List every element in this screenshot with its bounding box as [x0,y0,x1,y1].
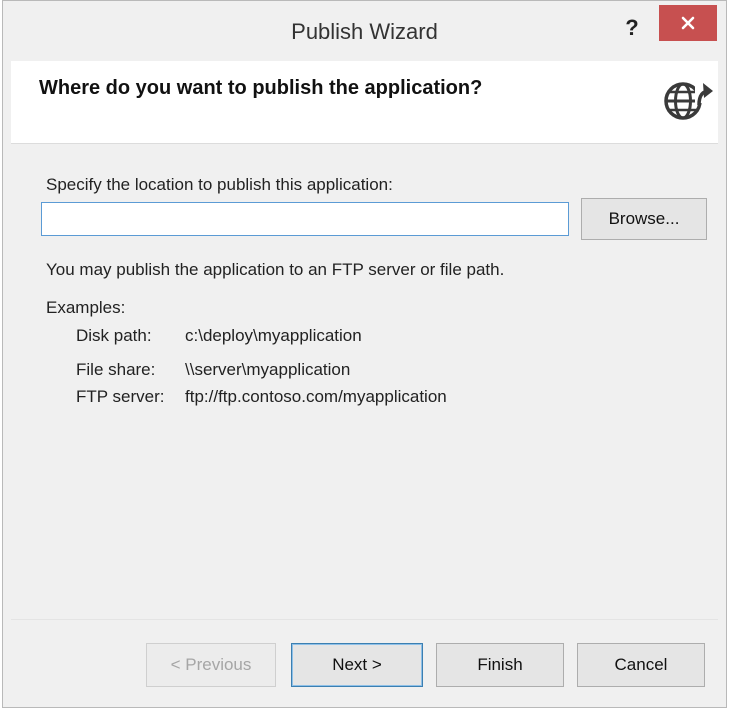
previous-button[interactable]: < Previous [146,643,276,687]
page-title: Where do you want to publish the applica… [39,77,483,99]
publish-location-input[interactable] [41,202,569,236]
example-label-ftp-server: FTP server: [76,387,165,406]
footer-divider [11,619,718,620]
next-button[interactable]: Next > [291,643,423,687]
close-icon [681,16,695,30]
publish-wizard-dialog: Publish Wizard ? Where do you want to pu… [2,0,727,708]
globe-publish-icon [664,81,713,120]
finish-button[interactable]: Finish [436,643,564,687]
example-value-disk-path: c:\deploy\myapplication [185,326,362,345]
header-divider [11,143,718,144]
example-label-file-share: File share: [76,360,156,379]
browse-button[interactable]: Browse... [581,198,707,240]
example-label-disk-path: Disk path: [76,326,152,345]
location-prompt: Specify the location to publish this app… [46,175,393,194]
example-value-ftp-server: ftp://ftp.contoso.com/myapplication [185,387,447,406]
header-panel: Where do you want to publish the applica… [11,61,718,143]
cancel-button[interactable]: Cancel [577,643,705,687]
title-bar[interactable]: Publish Wizard ? [3,1,726,59]
help-icon: ? [625,15,639,40]
example-value-file-share: \\server\myapplication [185,360,351,379]
location-hint: You may publish the application to an FT… [46,260,505,279]
close-button[interactable] [659,5,717,41]
examples-heading: Examples: [46,298,126,317]
help-button[interactable]: ? [617,13,647,43]
